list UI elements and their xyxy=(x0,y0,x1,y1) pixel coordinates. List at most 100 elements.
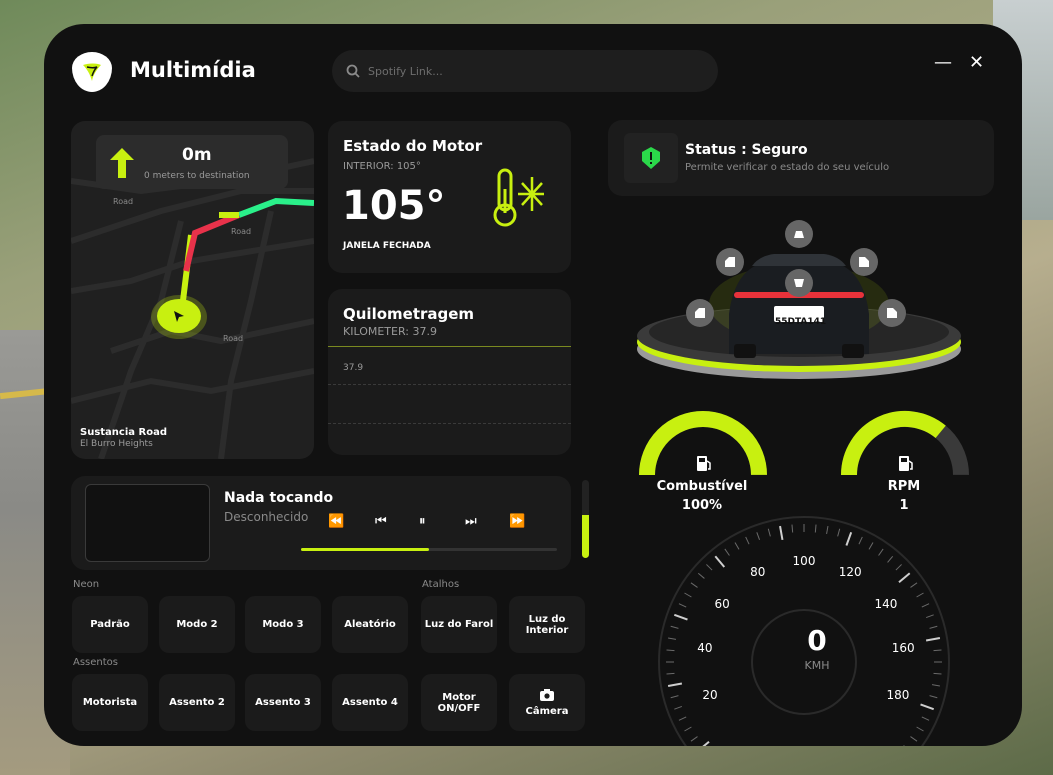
button-label: Assento 3 xyxy=(255,697,311,708)
speedometer-tick xyxy=(684,726,692,732)
search-bar[interactable] xyxy=(332,50,718,92)
speedometer-tick xyxy=(767,528,771,537)
progress-fill xyxy=(301,548,429,551)
speedometer-tick-label: 20 xyxy=(702,688,718,703)
speedometer-tick xyxy=(916,726,924,732)
hood-button[interactable] xyxy=(785,220,813,248)
headlight-button[interactable]: Luz do Farol xyxy=(421,596,497,653)
speedometer-tick xyxy=(925,637,941,642)
fast-forward-button[interactable]: ⏩ xyxy=(509,514,525,529)
volume-fill xyxy=(582,515,589,558)
shield-icon xyxy=(642,147,660,169)
rear-left-door-button[interactable] xyxy=(686,299,714,327)
button-label: Modo 3 xyxy=(262,619,304,630)
minimize-button[interactable]: — xyxy=(934,52,952,73)
speedometer-tick xyxy=(933,649,942,652)
speedometer-tick-label: 140 xyxy=(874,596,898,611)
divider xyxy=(328,384,571,385)
speedometer-tick xyxy=(910,582,918,588)
car-door-icon xyxy=(725,257,735,267)
speedometer-tick xyxy=(745,536,750,545)
speedometer-tick xyxy=(791,524,794,533)
speedometer-tick xyxy=(666,649,675,652)
speedometer-tick xyxy=(858,536,863,545)
trunk-icon xyxy=(794,279,804,287)
speedometer-tick xyxy=(684,592,692,598)
rear-right-door-button[interactable] xyxy=(878,299,906,327)
speedometer-tick xyxy=(933,672,942,675)
speedometer-tick xyxy=(826,526,829,535)
seat-3-button[interactable]: Assento 3 xyxy=(245,674,321,731)
speedometer-tick xyxy=(779,525,784,541)
speedometer-tick xyxy=(734,542,740,550)
neon-default-button[interactable]: Padrão xyxy=(72,596,148,653)
mileage-card: Quilometragem KILOMETER: 37.9 37.9 xyxy=(328,289,571,455)
front-left-door-button[interactable] xyxy=(716,248,744,276)
car-door-icon xyxy=(887,308,897,318)
front-right-door-button[interactable] xyxy=(850,248,878,276)
engine-toggle-button[interactable]: Motor ON/OFF xyxy=(421,674,497,731)
fuel-value: 100% xyxy=(681,498,723,513)
atalhos-section-label: Atalhos xyxy=(422,579,460,590)
button-label: Aleatório xyxy=(344,619,396,630)
speedometer-tick xyxy=(929,625,938,629)
search-input[interactable] xyxy=(368,64,668,78)
mileage-subtitle: KILOMETER: 37.9 xyxy=(343,325,437,338)
speedometer-tick xyxy=(845,531,853,546)
car-door-icon xyxy=(695,308,705,318)
speedometer-tick xyxy=(702,740,710,746)
volume-slider[interactable] xyxy=(582,480,589,558)
camera-button[interactable]: Câmera xyxy=(509,674,585,731)
progress-bar[interactable] xyxy=(301,548,557,551)
button-label: Motor ON/OFF xyxy=(437,691,481,714)
speedometer-tick xyxy=(895,564,902,571)
speedometer-tick xyxy=(921,716,930,721)
speedometer-tick-label: 80 xyxy=(750,565,766,580)
speedometer-tick-label: 40 xyxy=(697,640,713,655)
arrow-up-icon xyxy=(110,148,134,178)
track-title: Nada tocando xyxy=(224,490,334,506)
engine-title: Estado do Motor xyxy=(343,137,483,155)
next-button[interactable]: ⏭ xyxy=(465,514,477,529)
mileage-title: Quilometragem xyxy=(343,305,475,323)
seat-2-button[interactable]: Assento 2 xyxy=(159,674,235,731)
speedometer-tick xyxy=(706,564,713,571)
interior-light-button[interactable]: Luz do Interior xyxy=(509,596,585,653)
speedometer-tick xyxy=(673,613,688,621)
speedometer-tick xyxy=(666,672,675,675)
mileage-divider xyxy=(328,346,571,347)
road-label: Road xyxy=(223,334,244,343)
pause-button[interactable]: ⏸ xyxy=(419,514,426,529)
gps-map[interactable]: 0m 0 meters to destination Road Road Roa… xyxy=(71,121,314,459)
fuel-pump-icon xyxy=(899,456,913,471)
vehicle-status-card: Status : Seguro Permite verificar o esta… xyxy=(608,120,994,196)
button-label: Luz do Interior xyxy=(525,613,569,636)
previous-button[interactable]: ⏮ xyxy=(375,514,387,529)
status-title: Status : Seguro xyxy=(685,142,808,158)
search-icon xyxy=(346,64,360,78)
logo-icon xyxy=(72,52,112,92)
speedometer-tick xyxy=(678,603,687,608)
speedometer-tick-label: 180 xyxy=(886,688,910,703)
trunk-button[interactable] xyxy=(785,269,813,297)
button-label: Assento 4 xyxy=(342,697,398,708)
close-button[interactable]: ✕ xyxy=(969,52,984,73)
assentos-section-label: Assentos xyxy=(73,657,118,668)
status-subtitle: Permite verificar o estado do seu veícul… xyxy=(685,162,890,173)
nav-distance-sub: 0 meters to destination xyxy=(144,171,250,181)
seat-4-button[interactable]: Assento 4 xyxy=(332,674,408,731)
engine-temperature: 105° xyxy=(342,183,446,229)
mileage-value: 37.9 xyxy=(343,363,364,373)
button-label: Padrão xyxy=(90,619,130,630)
speedometer-tick xyxy=(925,614,934,619)
speedometer-tick xyxy=(674,705,683,710)
seat-driver-button[interactable]: Motorista xyxy=(72,674,148,731)
speedometer-tick-label: 100 xyxy=(792,554,816,568)
button-label: Motorista xyxy=(82,697,138,708)
neon-mode3-button[interactable]: Modo 3 xyxy=(245,596,321,653)
rewind-button[interactable]: ⏪ xyxy=(328,514,344,529)
neon-mode2-button[interactable]: Modo 2 xyxy=(159,596,235,653)
area-name: El Burro Heights xyxy=(80,439,153,449)
hood-icon xyxy=(794,231,804,238)
neon-random-button[interactable]: Aleatório xyxy=(332,596,408,653)
